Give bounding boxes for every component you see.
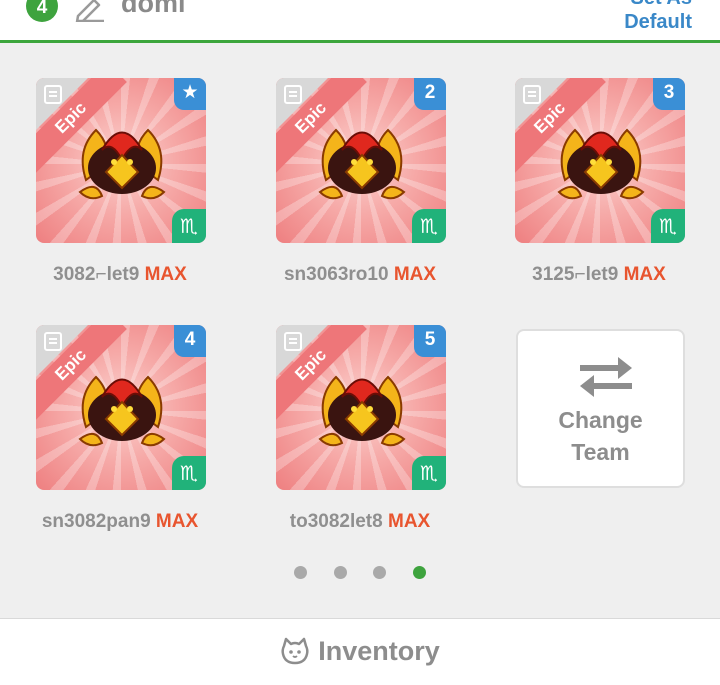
note-icon xyxy=(44,332,62,351)
page-dot-4-active[interactable] xyxy=(412,566,426,579)
swap-arrows-icon xyxy=(580,357,632,397)
inventory-button[interactable]: Inventory xyxy=(0,619,720,683)
page-dot-2[interactable] xyxy=(333,566,347,579)
gun-icon: ⌐ xyxy=(95,264,107,285)
change-team-button[interactable]: Change Team xyxy=(516,329,685,488)
note-icon xyxy=(44,85,62,104)
note-icon xyxy=(284,332,302,351)
monster-card-1[interactable]: Epic ★ ♏ xyxy=(36,78,206,243)
gun-icon: ⌐ xyxy=(574,264,586,285)
monster-card-5[interactable]: Epic 5 ♏ xyxy=(276,325,446,490)
page-indicator xyxy=(0,566,720,582)
scorpio-element-icon: ♏ xyxy=(172,209,206,243)
note-icon xyxy=(523,85,541,104)
inventory-bar[interactable]: Inventory xyxy=(0,618,720,685)
monster-card-4[interactable]: Epic 4 ♏ xyxy=(36,325,206,490)
page-dot-3[interactable] xyxy=(373,566,387,579)
scorpio-element-icon: ♏ xyxy=(651,209,685,243)
page-dot-1[interactable] xyxy=(294,566,308,579)
slot-number-badge: 5 xyxy=(414,325,446,357)
inventory-label: Inventory xyxy=(318,635,440,666)
set-as-default-button[interactable]: Set As Default xyxy=(602,0,692,34)
monster-name-3: 3125⌐let9 MAX xyxy=(532,264,666,285)
team-number-badge: 4 xyxy=(26,0,58,22)
set-as-default-label: Set As Default xyxy=(624,0,692,33)
slot-number-badge: 3 xyxy=(653,78,685,110)
monster-card-3[interactable]: Epic 3 ♏ xyxy=(515,78,685,243)
scorpio-element-icon: ♏ xyxy=(412,209,446,243)
monster-name-4: sn3082pan9 MAX xyxy=(41,511,199,532)
leader-star-badge: ★ xyxy=(174,78,206,110)
edit-pencil-icon[interactable] xyxy=(74,0,106,22)
team-name[interactable]: domi xyxy=(121,0,186,19)
monster-card-2[interactable]: Epic 2 ♏ xyxy=(276,78,446,243)
monster-name-5: to3082let8 MAX xyxy=(289,511,431,532)
scorpio-element-icon: ♏ xyxy=(172,456,206,490)
team-header: 4 domi Set As Default xyxy=(0,0,720,43)
slot-number-badge: 4 xyxy=(174,325,206,357)
scorpio-element-icon: ♏ xyxy=(412,456,446,490)
slot-number-badge: 2 xyxy=(414,78,446,110)
cat-face-icon xyxy=(281,637,309,665)
monster-name-2: sn3063ro10 MAX xyxy=(283,264,437,285)
team-monster-grid: Epic ★ ♏ 3082⌐let9 MAX Epic 2 ♏ sn3063ro… xyxy=(0,46,720,618)
change-team-label: Change Team xyxy=(558,407,643,465)
note-icon xyxy=(284,85,302,104)
monster-name-1: 3082⌐let9 MAX xyxy=(53,264,187,285)
